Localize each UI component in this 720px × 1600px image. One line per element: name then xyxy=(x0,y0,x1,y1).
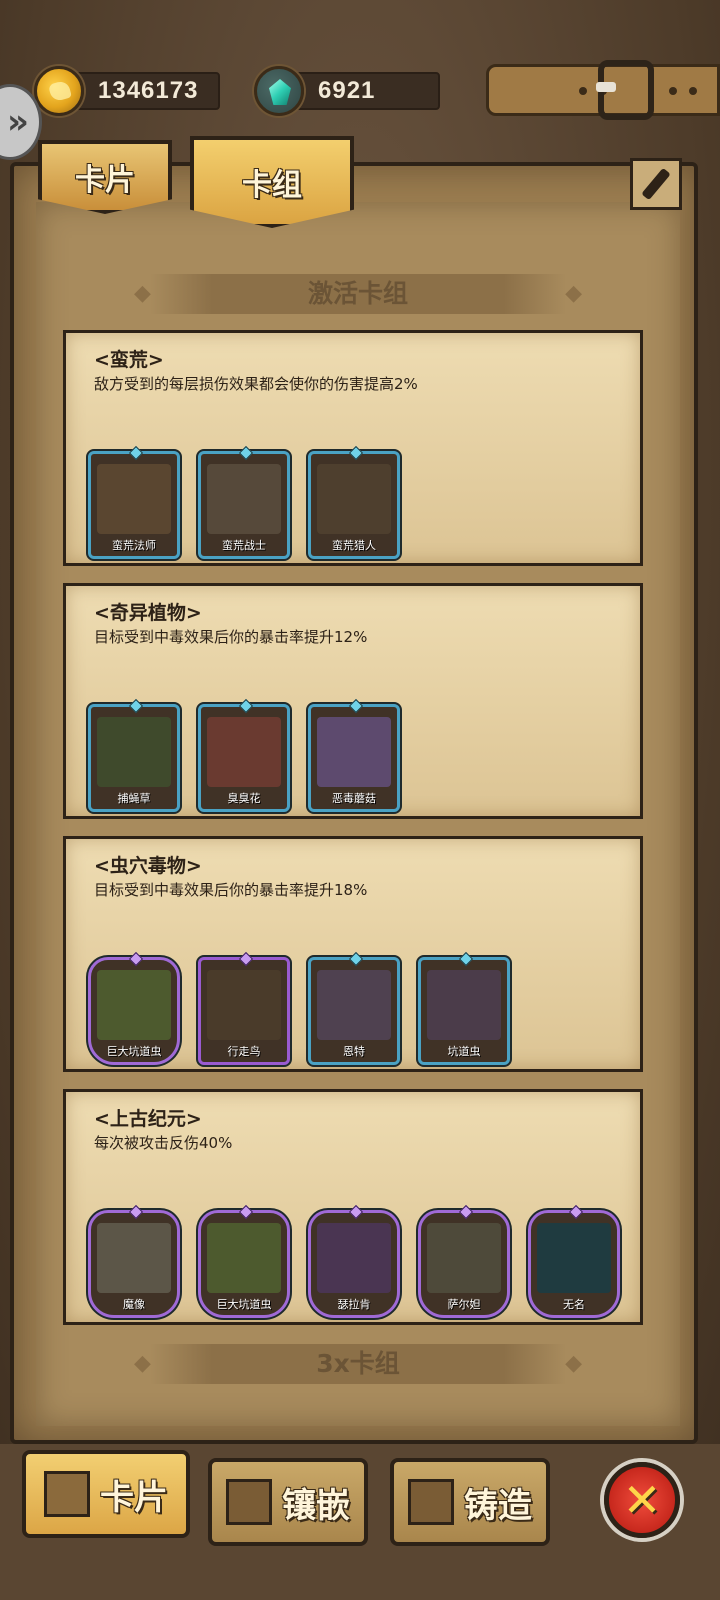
nav-forge-button[interactable]: 铸造 xyxy=(390,1458,550,1546)
card-art xyxy=(317,970,391,1040)
belt-buckle-icon xyxy=(596,60,654,120)
rarity-gem-icon xyxy=(568,1204,584,1220)
close-button[interactable]: ✕ xyxy=(604,1462,680,1538)
tab-deck[interactable]: 卡组 xyxy=(190,136,354,228)
deck-name: <虫穴毒物> xyxy=(94,855,202,877)
rarity-gem-icon xyxy=(348,1204,364,1220)
card-name: 恶毒蘑菇 xyxy=(332,792,376,805)
card-name: 蛮荒法师 xyxy=(112,539,156,552)
card-art xyxy=(97,464,171,534)
rarity-gem-icon xyxy=(128,698,144,714)
card-art xyxy=(97,1223,171,1293)
nav-cards-button[interactable]: 卡片 xyxy=(22,1450,190,1538)
rarity-gem-icon xyxy=(238,445,254,461)
nav-inlay-button[interactable]: 镶嵌 xyxy=(208,1458,368,1546)
card-art xyxy=(207,717,281,787)
card[interactable]: 蛮荒猎人 xyxy=(308,445,400,559)
card-name: 恩特 xyxy=(343,1045,365,1058)
tab-cards[interactable]: 卡片 xyxy=(38,140,172,214)
deck-description: 目标受到中毒效果后你的暴击率提升18% xyxy=(94,881,368,899)
rarity-gem-icon xyxy=(348,698,364,714)
card-name: 巨大坑道虫 xyxy=(106,1045,162,1058)
section-title-triple: 3x卡组 xyxy=(134,1344,582,1384)
card-name: 行走鸟 xyxy=(227,1045,261,1058)
rarity-gem-icon xyxy=(128,445,144,461)
edit-brush-button[interactable] xyxy=(630,158,682,210)
rarity-gem-icon xyxy=(238,698,254,714)
card-art xyxy=(317,717,391,787)
card[interactable]: 萨尔妲 xyxy=(418,1204,510,1318)
card-name: 萨尔妲 xyxy=(447,1298,481,1311)
card-art xyxy=(317,1223,391,1293)
card-name: 捕蝇草 xyxy=(117,792,151,805)
nav-forge-label: 铸造 xyxy=(464,1485,532,1526)
card[interactable]: 巨大坑道虫 xyxy=(88,951,180,1065)
nav-inlay-label: 镶嵌 xyxy=(282,1485,350,1526)
card-art xyxy=(427,1223,501,1293)
deck-name: <奇异植物> xyxy=(94,602,202,624)
rarity-gem-icon xyxy=(458,951,474,967)
deck-panel: <虫穴毒物> 目标受到中毒效果后你的暴击率提升18% 巨大坑道虫 行走鸟 恩特 … xyxy=(63,836,643,1072)
card[interactable]: 捕蝇草 xyxy=(88,698,180,812)
card-name: 蛮荒猎人 xyxy=(332,539,376,552)
nav-cards-label: 卡片 xyxy=(100,1477,168,1518)
card-art xyxy=(537,1223,611,1293)
deck-name: <蛮荒> xyxy=(94,349,164,371)
deck-panel: <奇异植物> 目标受到中毒效果后你的暴击率提升12% 捕蝇草 臭臭花 恶毒蘑菇 xyxy=(63,583,643,819)
card-name: 瑟拉肯 xyxy=(337,1298,371,1311)
card-name: 坑道虫 xyxy=(447,1045,481,1058)
card-art xyxy=(317,464,391,534)
rarity-gem-icon xyxy=(238,951,254,967)
card[interactable]: 恶毒蘑菇 xyxy=(308,698,400,812)
card-name: 无名 xyxy=(563,1298,585,1311)
card[interactable]: 臭臭花 xyxy=(198,698,290,812)
rarity-gem-icon xyxy=(458,1204,474,1220)
tab-deck-label: 卡组 xyxy=(242,168,302,203)
cards-icon xyxy=(44,1471,90,1517)
card[interactable]: 瑟拉肯 xyxy=(308,1204,400,1318)
card-art xyxy=(427,970,501,1040)
card-art xyxy=(207,970,281,1040)
close-icon: ✕ xyxy=(622,1473,662,1527)
card[interactable]: 蛮荒法师 xyxy=(88,445,180,559)
gem-icon xyxy=(254,66,304,116)
card[interactable]: 恩特 xyxy=(308,951,400,1065)
deck-description: 目标受到中毒效果后你的暴击率提升12% xyxy=(94,628,368,646)
card-art xyxy=(207,1223,281,1293)
section-title-active: 激活卡组 xyxy=(134,274,582,314)
deck-name: <上古纪元> xyxy=(94,1108,202,1130)
card-name: 臭臭花 xyxy=(227,792,261,805)
card-art xyxy=(207,464,281,534)
rarity-gem-icon xyxy=(238,1204,254,1220)
inlay-book-icon xyxy=(226,1479,272,1525)
card-name: 巨大坑道虫 xyxy=(216,1298,272,1311)
card-art xyxy=(97,717,171,787)
card-name: 魔像 xyxy=(123,1298,145,1311)
card[interactable]: 行走鸟 xyxy=(198,951,290,1065)
card[interactable]: 无名 xyxy=(528,1204,620,1318)
deck-description: 每次被攻击反伤40% xyxy=(94,1134,233,1152)
deck-description: 敌方受到的每层损伤效果都会使你的伤害提高2% xyxy=(94,375,418,393)
deck-panel: <蛮荒> 敌方受到的每层损伤效果都会使你的伤害提高2% 蛮荒法师 蛮荒战士 蛮荒… xyxy=(63,330,643,566)
card-art xyxy=(97,970,171,1040)
gold-coin-icon xyxy=(34,66,84,116)
card[interactable]: 魔像 xyxy=(88,1204,180,1318)
rarity-gem-icon xyxy=(348,951,364,967)
tab-cards-label: 卡片 xyxy=(75,163,135,198)
rarity-gem-icon xyxy=(128,1204,144,1220)
card[interactable]: 巨大坑道虫 xyxy=(198,1204,290,1318)
card[interactable]: 蛮荒战士 xyxy=(198,445,290,559)
rarity-gem-icon xyxy=(128,951,144,967)
card[interactable]: 坑道虫 xyxy=(418,951,510,1065)
forge-cross-icon xyxy=(408,1479,454,1525)
deck-panel: <上古纪元> 每次被攻击反伤40% 魔像 巨大坑道虫 瑟拉肯 萨尔妲 无名 xyxy=(63,1089,643,1325)
card-name: 蛮荒战士 xyxy=(222,539,266,552)
rarity-gem-icon xyxy=(348,445,364,461)
